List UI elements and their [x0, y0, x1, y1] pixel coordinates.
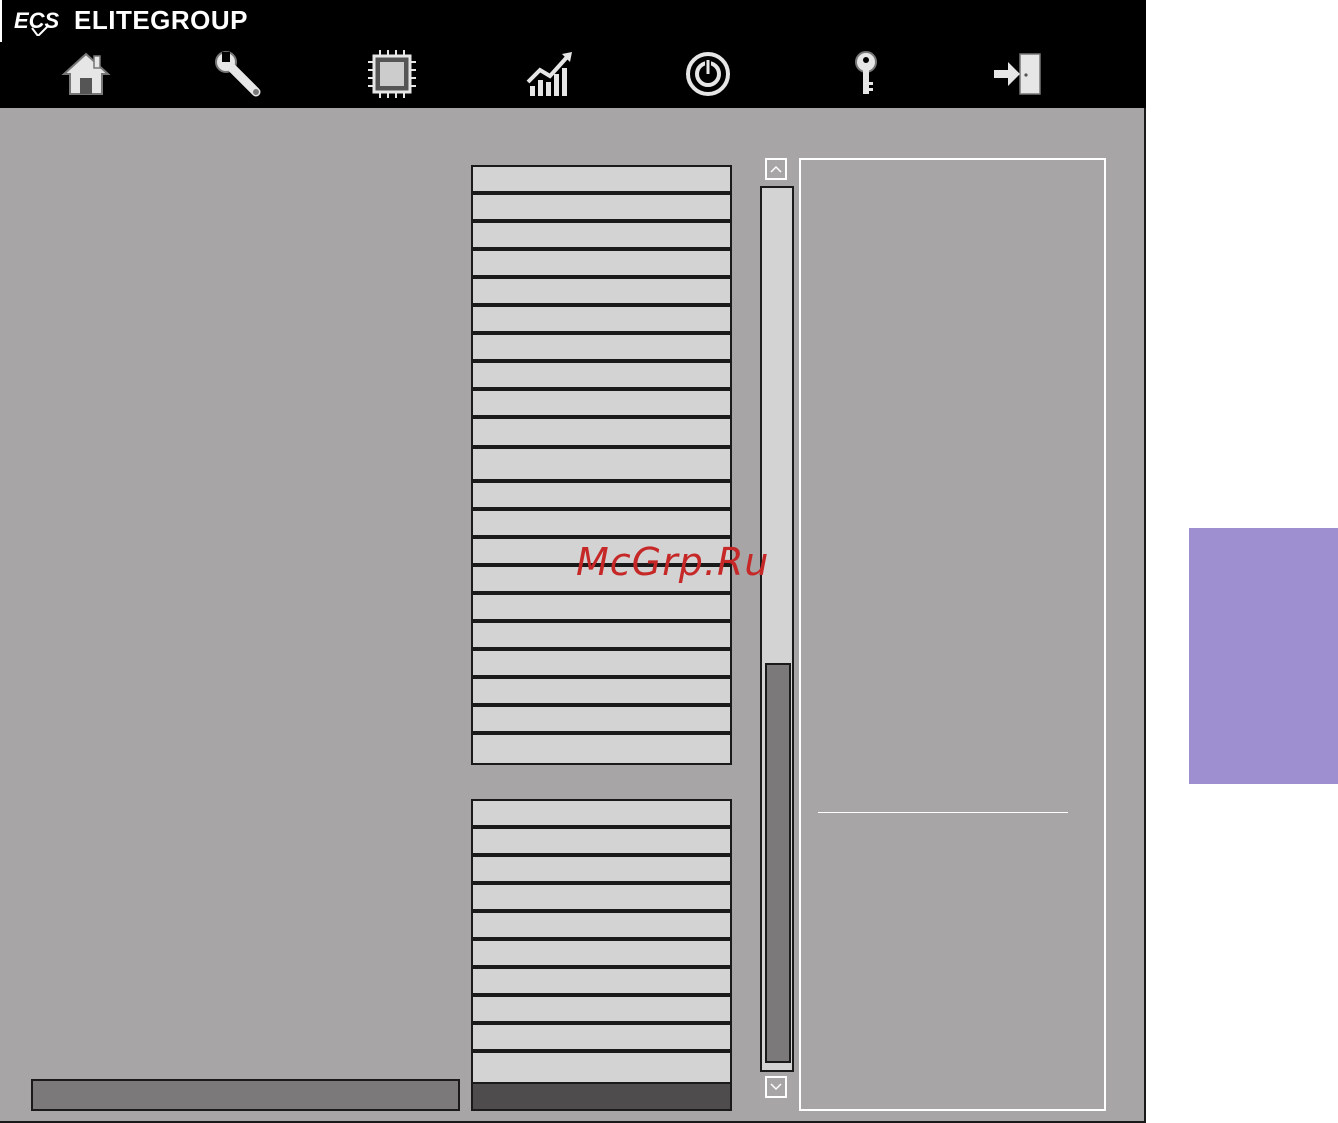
nav-boot[interactable] — [678, 46, 738, 102]
list-item[interactable] — [473, 307, 730, 331]
nav-chipset[interactable] — [362, 46, 422, 102]
list-item[interactable] — [473, 167, 730, 191]
scrollbar-thumb[interactable] — [765, 663, 791, 1063]
list-item[interactable] — [473, 801, 730, 825]
list-item[interactable] — [473, 511, 730, 535]
brand-name: ELITEGROUP — [74, 5, 249, 35]
key-icon — [855, 51, 877, 94]
chart-icon — [526, 52, 572, 96]
list-item[interactable] — [473, 251, 730, 275]
home-icon — [61, 52, 111, 95]
nav-overclock[interactable] — [520, 46, 580, 102]
list-item[interactable] — [473, 829, 730, 853]
svg-text:ECS: ECS — [14, 8, 60, 33]
status-bar — [31, 1079, 460, 1111]
list-item[interactable] — [473, 483, 730, 507]
watermark: McGrp.Ru — [576, 540, 770, 584]
list-item[interactable] — [473, 449, 730, 479]
chevron-up-icon — [770, 165, 782, 173]
list-item[interactable] — [473, 735, 730, 763]
exit-icon — [994, 53, 1041, 95]
list-item[interactable] — [473, 391, 730, 415]
list-item[interactable] — [473, 913, 730, 937]
list-item[interactable] — [473, 623, 730, 647]
main-nav — [0, 42, 1146, 108]
options-list-upper — [471, 165, 732, 765]
list-item[interactable] — [473, 941, 730, 965]
chip-icon — [368, 50, 416, 98]
ecs-logo: ECS — [14, 8, 60, 36]
nav-exit[interactable] — [988, 46, 1048, 102]
selected-row-bar — [471, 1082, 732, 1111]
list-item[interactable] — [473, 857, 730, 881]
brand-bar: ECS ELITEGROUP — [0, 0, 1146, 42]
list-item[interactable] — [473, 363, 730, 387]
list-item[interactable] — [473, 997, 730, 1021]
nav-security[interactable] — [836, 46, 896, 102]
options-list-lower — [471, 799, 732, 1084]
list-item[interactable] — [473, 195, 730, 219]
list-item[interactable] — [473, 335, 730, 359]
wrench-icon — [215, 51, 261, 97]
list-item[interactable] — [473, 1053, 730, 1082]
list-item[interactable] — [473, 1025, 730, 1049]
help-divider — [818, 812, 1068, 813]
list-item[interactable] — [473, 679, 730, 703]
help-panel — [799, 158, 1106, 1111]
list-item[interactable] — [473, 595, 730, 619]
list-item[interactable] — [473, 419, 730, 445]
list-item[interactable] — [473, 651, 730, 675]
scrollbar-track[interactable] — [760, 186, 794, 1072]
power-icon — [686, 52, 730, 96]
side-tab — [1189, 528, 1338, 784]
list-item[interactable] — [473, 279, 730, 303]
list-item[interactable] — [473, 707, 730, 731]
list-item[interactable] — [473, 223, 730, 247]
scroll-up-button[interactable] — [765, 158, 787, 180]
nav-advanced[interactable] — [208, 46, 268, 102]
list-item[interactable] — [473, 885, 730, 909]
nav-home[interactable] — [56, 46, 116, 102]
bios-header: ECS ELITEGROUP — [0, 0, 1146, 108]
list-item[interactable] — [473, 969, 730, 993]
chevron-down-icon — [770, 1083, 782, 1091]
scroll-down-button[interactable] — [765, 1076, 787, 1098]
